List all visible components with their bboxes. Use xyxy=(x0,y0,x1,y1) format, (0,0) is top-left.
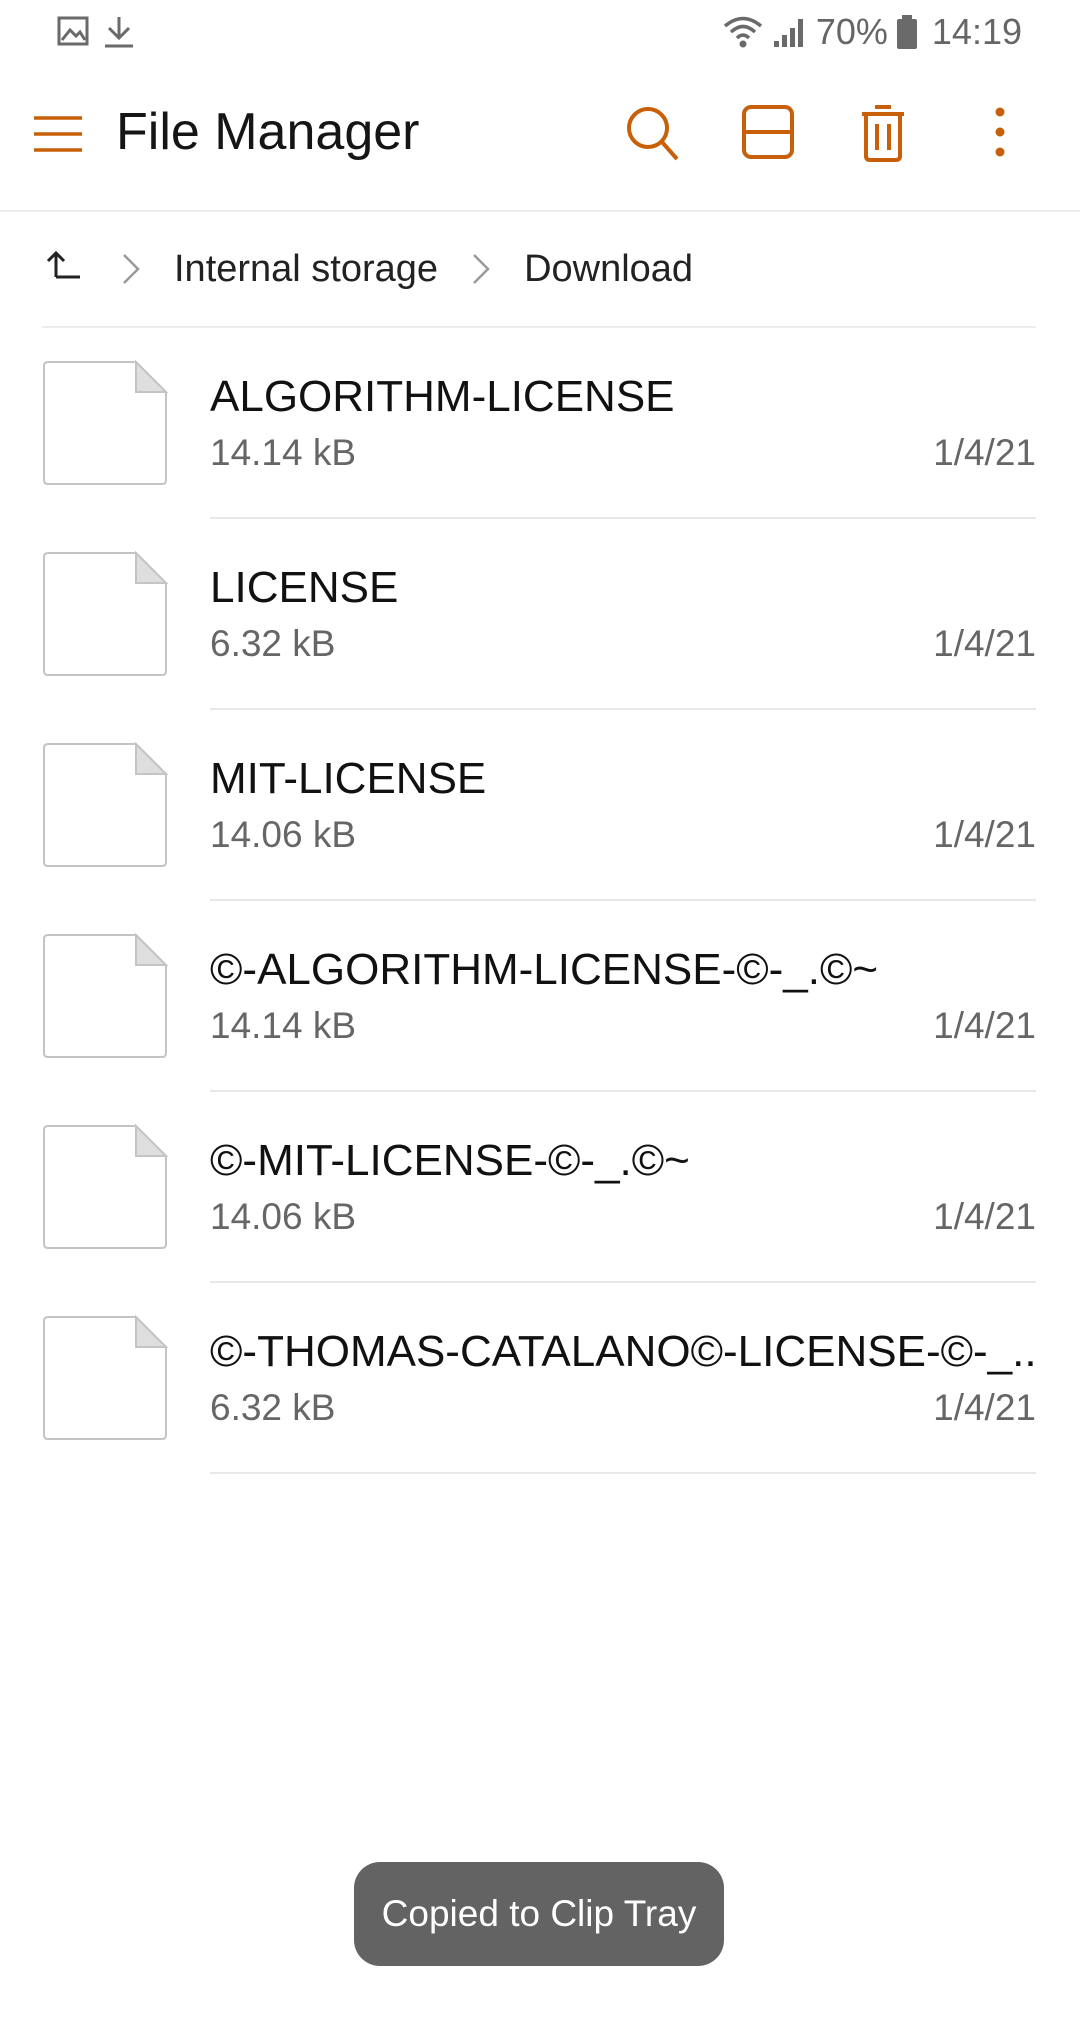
file-size: 14.14 kB xyxy=(210,432,357,473)
page-title: File Manager xyxy=(116,103,420,161)
file-size: 14.14 kB xyxy=(210,1005,357,1046)
file-name: ©-MIT-LICENSE-©-_.©~ xyxy=(210,1136,690,1185)
file-icon xyxy=(42,932,169,1059)
file-icon xyxy=(42,359,169,486)
image-notification-icon xyxy=(56,14,90,53)
chevron-right-icon xyxy=(468,247,494,291)
file-list: ALGORITHM-LICENSE 14.14 kB 1/4/21 LICENS… xyxy=(0,328,1080,1474)
chevron-right-icon xyxy=(118,247,144,291)
list-item[interactable]: ©-ALGORITHM-LICENSE-©-_.©~ 14.14 kB 1/4/… xyxy=(0,901,1080,1092)
hamburger-menu-icon[interactable] xyxy=(32,114,84,159)
file-date: 1/4/21 xyxy=(933,1005,1036,1046)
file-icon xyxy=(42,741,169,868)
file-icon xyxy=(42,550,169,677)
list-item[interactable]: ©-MIT-LICENSE-©-_.©~ 14.06 kB 1/4/21 xyxy=(0,1092,1080,1283)
file-name: ©-THOMAS-CATALANO©-LICENSE-©-_.. xyxy=(210,1327,1036,1376)
more-vert-icon[interactable] xyxy=(990,104,1010,165)
status-right-group: 70% 14:19 xyxy=(722,0,1022,64)
battery-percent: 70% xyxy=(815,11,888,52)
up-arrow-icon[interactable] xyxy=(42,247,86,291)
breadcrumb-internal-storage[interactable]: Internal storage xyxy=(174,248,438,291)
delete-icon[interactable] xyxy=(860,104,906,167)
status-bar: 70% 14:19 xyxy=(0,0,1080,64)
breadcrumb: Internal storage Download xyxy=(42,212,1036,328)
view-layout-icon[interactable] xyxy=(742,104,794,165)
toast-text: Copied to Clip Tray xyxy=(381,1893,697,1934)
file-date: 1/4/21 xyxy=(933,623,1036,664)
file-name: ©-ALGORITHM-LICENSE-©-_.©~ xyxy=(210,945,879,994)
file-size: 14.06 kB xyxy=(210,814,357,855)
wifi-icon xyxy=(722,15,764,49)
file-icon xyxy=(42,1123,169,1250)
list-item[interactable]: MIT-LICENSE 14.06 kB 1/4/21 xyxy=(0,710,1080,901)
file-date: 1/4/21 xyxy=(933,1387,1036,1428)
list-item[interactable]: ©-THOMAS-CATALANO©-LICENSE-©-_.. 6.32 kB… xyxy=(0,1283,1080,1474)
list-item[interactable]: ALGORITHM-LICENSE 14.14 kB 1/4/21 xyxy=(0,328,1080,519)
list-item[interactable]: LICENSE 6.32 kB 1/4/21 xyxy=(0,519,1080,710)
download-notification-icon xyxy=(102,14,136,55)
file-icon xyxy=(42,1314,169,1441)
signal-icon xyxy=(772,15,808,49)
file-date: 1/4/21 xyxy=(933,814,1036,855)
file-name: LICENSE xyxy=(210,563,399,612)
file-size: 6.32 kB xyxy=(210,1387,336,1428)
file-name: ALGORITHM-LICENSE xyxy=(210,372,675,421)
file-size: 14.06 kB xyxy=(210,1196,357,1237)
search-icon[interactable] xyxy=(624,104,680,169)
app-bar: File Manager xyxy=(0,64,1080,212)
status-time: 14:19 xyxy=(931,11,1022,52)
toast-message: Copied to Clip Tray xyxy=(354,1862,724,1966)
file-date: 1/4/21 xyxy=(933,1196,1036,1237)
battery-icon xyxy=(896,14,918,50)
divider xyxy=(210,1472,1036,1474)
file-size: 6.32 kB xyxy=(210,623,336,664)
file-name: MIT-LICENSE xyxy=(210,754,487,803)
breadcrumb-download[interactable]: Download xyxy=(524,248,693,291)
file-date: 1/4/21 xyxy=(933,432,1036,473)
